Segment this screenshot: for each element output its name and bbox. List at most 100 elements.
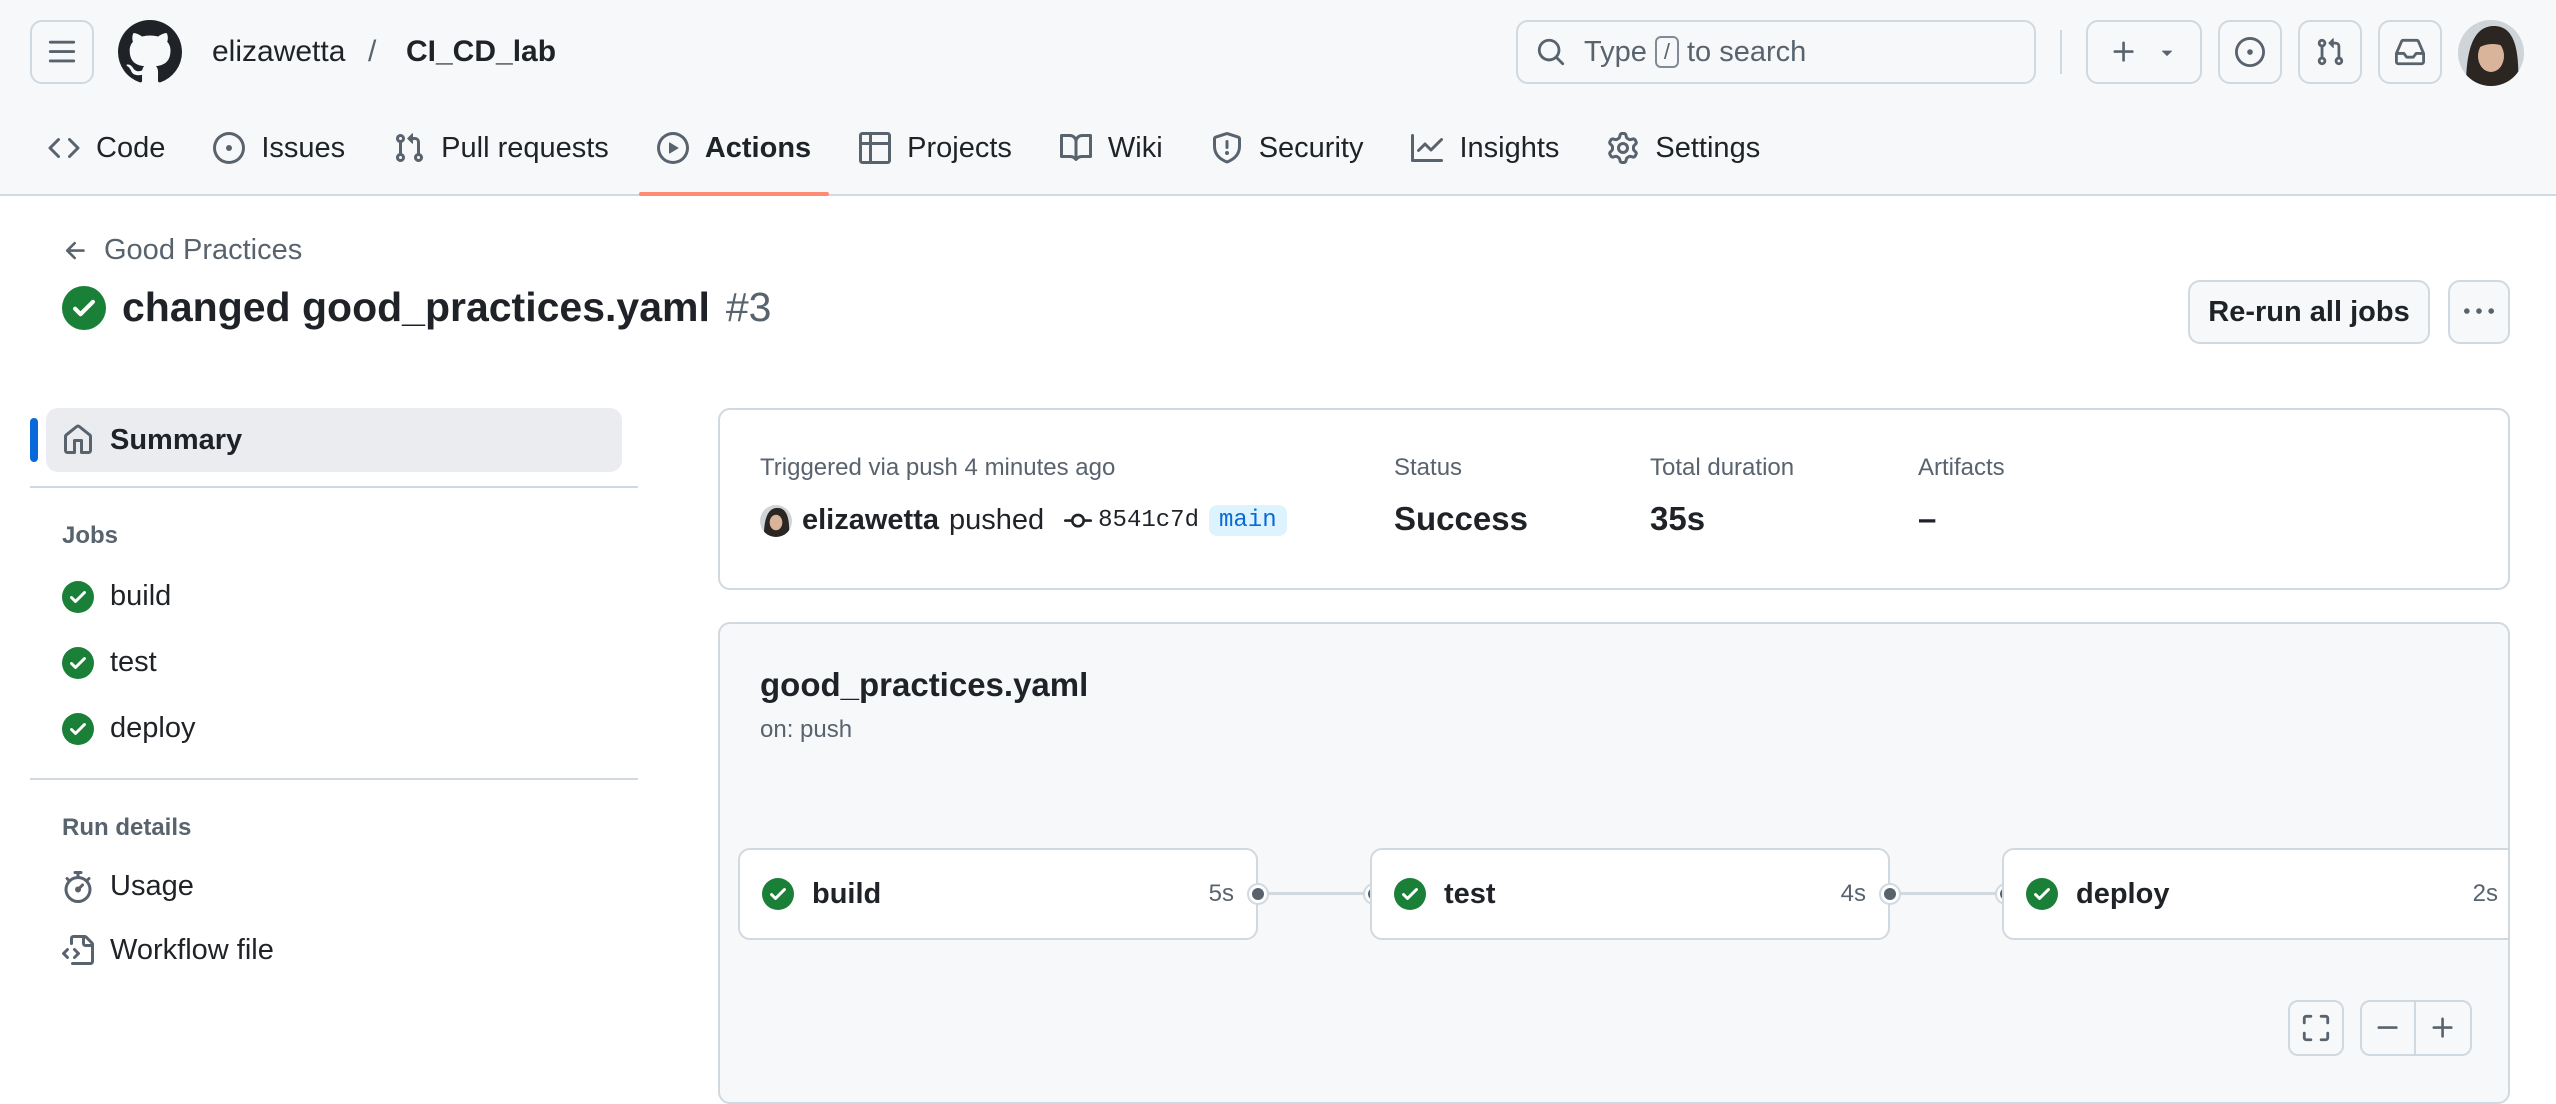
- duration-value: 35s: [1650, 500, 1706, 537]
- tab-label: Projects: [907, 131, 1012, 164]
- zoom-in-button[interactable]: [2416, 1002, 2470, 1054]
- tab-wiki[interactable]: Wiki: [1042, 120, 1181, 176]
- book-icon: [1059, 133, 1092, 161]
- sidebar-job-test[interactable]: test: [62, 646, 157, 679]
- back-link-label: Good Practices: [104, 234, 303, 266]
- actor-name[interactable]: elizawetta: [802, 504, 939, 537]
- job-duration: 5s: [1208, 880, 1234, 907]
- commit-sha[interactable]: 8541c7d: [1064, 507, 1199, 535]
- workflow-graph: good_practices.yaml on: push build 5s te…: [718, 622, 2510, 1104]
- run-details-heading: Run details: [62, 814, 192, 841]
- tab-pull-requests[interactable]: Pull requests: [375, 120, 627, 176]
- push-action: pushed: [949, 504, 1045, 536]
- job-node-test[interactable]: test 4s: [1370, 848, 1890, 940]
- tab-projects[interactable]: Projects: [841, 120, 1030, 176]
- plus-icon: [2432, 1017, 2453, 1038]
- check-circle-fill-icon: [62, 580, 94, 613]
- issue-opened-icon: [213, 132, 246, 164]
- search-shortcut-key: /: [1654, 36, 1679, 68]
- duration-label: Total duration: [1650, 454, 1795, 481]
- zoom-out-button[interactable]: [2362, 1002, 2416, 1054]
- inbox-button[interactable]: [2378, 20, 2442, 84]
- more-options-button[interactable]: [2448, 280, 2510, 344]
- job-connector-dot: [1881, 885, 1899, 903]
- job-connector-dot: [1249, 885, 1267, 903]
- sidebar-job-build[interactable]: build: [62, 580, 171, 613]
- job-node-deploy[interactable]: deploy 2s: [2002, 848, 2508, 940]
- stopwatch-icon: [64, 870, 92, 903]
- global-bar: elizawetta / CI_CD_lab Type / to search: [0, 0, 2556, 104]
- avatar-image-icon: [2458, 20, 2524, 86]
- tab-insights[interactable]: Insights: [1393, 120, 1577, 176]
- sidebar-item-label: Summary: [110, 423, 243, 456]
- sidebar-item-summary[interactable]: Summary: [46, 408, 622, 472]
- kebab-horizontal-icon: [2464, 308, 2494, 314]
- workflow-trigger: on: push: [760, 716, 853, 743]
- breadcrumb-owner[interactable]: elizawetta: [212, 30, 345, 74]
- job-connector-line: [1268, 892, 1366, 895]
- tab-code[interactable]: Code: [30, 120, 183, 176]
- screen-full-icon: [2302, 1014, 2330, 1042]
- run-summary-card: Triggered via push 4 minutes ago elizawe…: [718, 408, 2510, 590]
- tab-actions[interactable]: Actions: [638, 120, 830, 196]
- graph-icon: [1411, 134, 1444, 162]
- tab-label: Security: [1258, 131, 1364, 164]
- plus-icon: [2113, 41, 2134, 62]
- search-hint-before: Type: [1584, 35, 1647, 68]
- tab-settings[interactable]: Settings: [1589, 120, 1778, 176]
- sidebar-job-deploy[interactable]: deploy: [62, 712, 195, 745]
- tab-label: Actions: [704, 131, 812, 164]
- git-pull-request-icon: [2317, 38, 2344, 66]
- back-link[interactable]: Good Practices: [62, 234, 302, 267]
- table-icon: [859, 132, 892, 164]
- rerun-all-jobs-button[interactable]: Re-run all jobs: [2188, 280, 2430, 344]
- job-connector-line: [1900, 892, 1998, 895]
- issue-opened-icon: [2235, 37, 2265, 67]
- issues-button[interactable]: [2218, 20, 2282, 84]
- git-commit-icon: [1064, 513, 1093, 528]
- search-input[interactable]: Type / to search: [1516, 20, 2036, 84]
- artifacts-label: Artifacts: [1918, 454, 2005, 481]
- shield-icon: [1212, 132, 1241, 164]
- run-title: changed good_practices.yaml: [122, 284, 710, 330]
- branch-label[interactable]: main: [1208, 505, 1287, 536]
- user-avatar[interactable]: [2458, 20, 2524, 86]
- menu-button[interactable]: [30, 20, 94, 84]
- sidebar-item-usage[interactable]: Usage: [62, 870, 194, 903]
- breadcrumb-repo[interactable]: CI_CD_lab: [406, 30, 556, 74]
- job-name: test: [1444, 877, 1496, 910]
- sidebar-divider: [30, 486, 638, 488]
- tab-security[interactable]: Security: [1193, 120, 1382, 176]
- job-duration: 4s: [1840, 880, 1866, 907]
- tab-label: Pull requests: [441, 131, 609, 164]
- hamburger-icon: [48, 40, 76, 63]
- tab-label: Wiki: [1107, 131, 1163, 164]
- page-title: changed good_practices.yaml #3: [62, 284, 771, 331]
- sidebar-item-workflow-file[interactable]: Workflow file: [62, 934, 274, 967]
- sidebar-job-label: build: [110, 580, 172, 612]
- triangle-down-icon: [2161, 50, 2173, 56]
- job-duration: 2s: [2472, 880, 2498, 907]
- code-icon: [48, 137, 80, 159]
- header-divider: [2060, 30, 2062, 74]
- jobs-heading: Jobs: [62, 522, 119, 549]
- trigger-text: Triggered via push 4 minutes ago: [760, 454, 1116, 481]
- check-circle-fill-icon: [62, 646, 94, 679]
- sidebar-active-indicator: [30, 418, 38, 462]
- job-node-build[interactable]: build 5s: [738, 848, 1258, 940]
- tab-issues[interactable]: Issues: [195, 120, 363, 176]
- arrow-left-icon: [65, 241, 85, 259]
- fullscreen-button[interactable]: [2288, 1000, 2344, 1056]
- actor-avatar[interactable]: [760, 504, 792, 537]
- check-circle-fill-icon: [762, 878, 794, 910]
- run-number: #3: [725, 284, 772, 330]
- zoom-controls: [2360, 1000, 2472, 1056]
- repo-nav: Code Issues Pull requests Actions Projec…: [30, 120, 1790, 196]
- sidebar-job-label: deploy: [110, 712, 196, 744]
- check-circle-fill-icon: [62, 285, 106, 330]
- dash-icon: [2377, 1026, 2398, 1029]
- github-logo-icon[interactable]: [118, 20, 182, 84]
- check-circle-fill-icon: [1394, 878, 1426, 910]
- create-new-button[interactable]: [2086, 20, 2202, 84]
- pull-requests-button[interactable]: [2298, 20, 2362, 84]
